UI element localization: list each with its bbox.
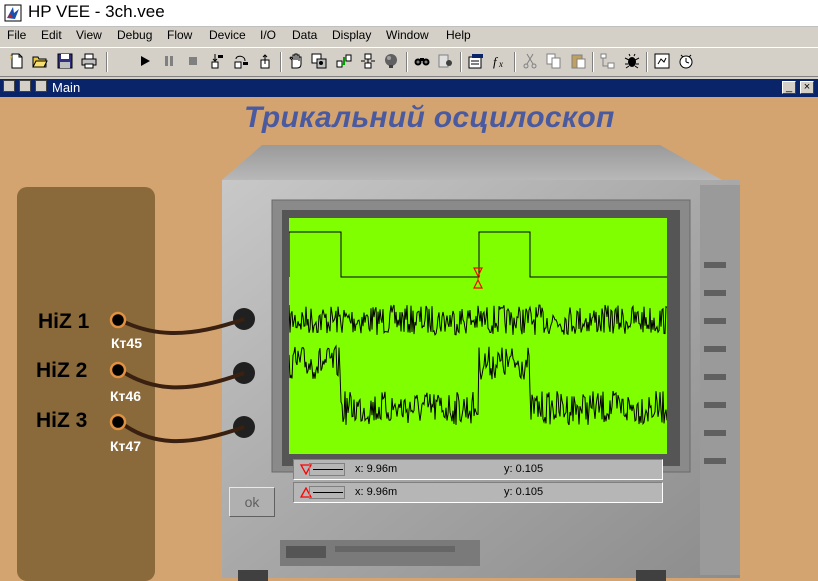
monitor-foot-right xyxy=(636,570,666,581)
menu-flow[interactable]: Flow xyxy=(167,28,192,42)
cut-icon[interactable] xyxy=(521,52,539,70)
toolbar-separator xyxy=(592,52,594,72)
new-icon[interactable] xyxy=(8,52,26,70)
minimize-button[interactable]: _ xyxy=(782,81,796,94)
ok-button[interactable]: ok xyxy=(229,487,275,517)
toolbar-separator xyxy=(406,52,408,72)
show-data-flow-icon[interactable] xyxy=(335,52,353,70)
bulb-icon[interactable] xyxy=(382,52,400,70)
hand-icon[interactable] xyxy=(287,52,305,70)
probe-socket-2 xyxy=(109,361,127,379)
paste-icon[interactable] xyxy=(569,52,587,70)
svg-text:x: x xyxy=(498,59,503,69)
toolbar-separator xyxy=(460,52,462,72)
step-over-icon[interactable] xyxy=(232,52,250,70)
marker-1-icon xyxy=(473,267,483,278)
marker-2-readout: x: 9.96m y: 0.105 xyxy=(293,482,663,503)
menu-device[interactable]: Device xyxy=(209,28,246,42)
debug-icon[interactable] xyxy=(623,52,641,70)
oscilloscope-screen[interactable] xyxy=(289,218,667,454)
marker-1-readout: x: 9.96m y: 0.105 xyxy=(293,459,663,480)
toolbar-separator xyxy=(646,52,648,72)
marker-1-x: x: 9.96m xyxy=(355,463,398,475)
menu-display[interactable]: Display xyxy=(332,28,371,42)
step-into-icon[interactable] xyxy=(208,52,226,70)
menu-bar: File Edit View Debug Flow Device I/O Dat… xyxy=(0,27,818,46)
save-icon[interactable] xyxy=(56,52,74,70)
panel-icon[interactable] xyxy=(653,52,671,70)
monitor-foot-left xyxy=(238,570,268,581)
copy-icon[interactable] xyxy=(545,52,563,70)
binoculars-icon[interactable] xyxy=(437,52,455,70)
panel-view-icon[interactable] xyxy=(35,80,47,92)
main-window-title: Main xyxy=(52,80,81,95)
show-execution-flow-icon[interactable] xyxy=(359,52,377,70)
menu-io[interactable]: I/O xyxy=(260,28,276,42)
toolbar-separator xyxy=(514,52,516,72)
marker-2-x: x: 9.96m xyxy=(355,486,398,498)
toolbar-separator xyxy=(106,52,108,72)
marker-style-box[interactable] xyxy=(309,486,345,499)
function-icon[interactable]: fx xyxy=(491,52,509,70)
menu-help[interactable]: Help xyxy=(446,28,471,42)
hp-vee-app-icon xyxy=(4,4,22,22)
run-icon[interactable] xyxy=(136,52,154,70)
align-icon[interactable] xyxy=(599,52,617,70)
menu-window[interactable]: Window xyxy=(386,28,429,42)
marker-cursor[interactable] xyxy=(473,267,483,289)
menu-debug[interactable]: Debug xyxy=(117,28,152,42)
marker-2-y: y: 0.105 xyxy=(504,486,544,498)
waveform-plot xyxy=(289,231,667,426)
close-button[interactable]: × xyxy=(800,81,814,94)
find-icon[interactable] xyxy=(413,52,431,70)
detail-view-icon[interactable] xyxy=(19,80,31,92)
pause-icon[interactable] xyxy=(160,52,178,70)
menu-view[interactable]: View xyxy=(76,28,102,42)
marker-style-box[interactable] xyxy=(309,463,345,476)
monitor-top xyxy=(222,145,722,180)
menu-edit[interactable]: Edit xyxy=(41,28,62,42)
trace-channel-2 xyxy=(289,304,667,336)
step-out-icon[interactable] xyxy=(257,52,275,70)
timer-icon[interactable] xyxy=(677,52,695,70)
marker-2-icon xyxy=(473,278,483,289)
stop-icon[interactable] xyxy=(184,52,202,70)
menu-file[interactable]: File xyxy=(7,28,26,42)
probe-socket-3 xyxy=(109,413,127,431)
toolbar: fx xyxy=(0,47,818,77)
menu-data[interactable]: Data xyxy=(292,28,317,42)
print-icon[interactable] xyxy=(80,52,98,70)
trace-channel-3 xyxy=(289,344,667,426)
main-window-title-bar: Main _ × xyxy=(0,79,818,97)
system-menu-icon[interactable] xyxy=(3,80,15,92)
copy-object-icon[interactable] xyxy=(310,52,328,70)
trace-channel-1 xyxy=(289,231,667,278)
toolbar-separator xyxy=(280,52,282,72)
window-title: HP VEE - 3ch.vee xyxy=(28,2,165,21)
probe-socket-1 xyxy=(109,311,127,329)
marker-1-y: y: 0.105 xyxy=(504,463,544,475)
properties-icon[interactable] xyxy=(467,52,485,70)
title-bar: HP VEE - 3ch.vee xyxy=(0,0,818,27)
open-icon[interactable] xyxy=(31,52,49,70)
